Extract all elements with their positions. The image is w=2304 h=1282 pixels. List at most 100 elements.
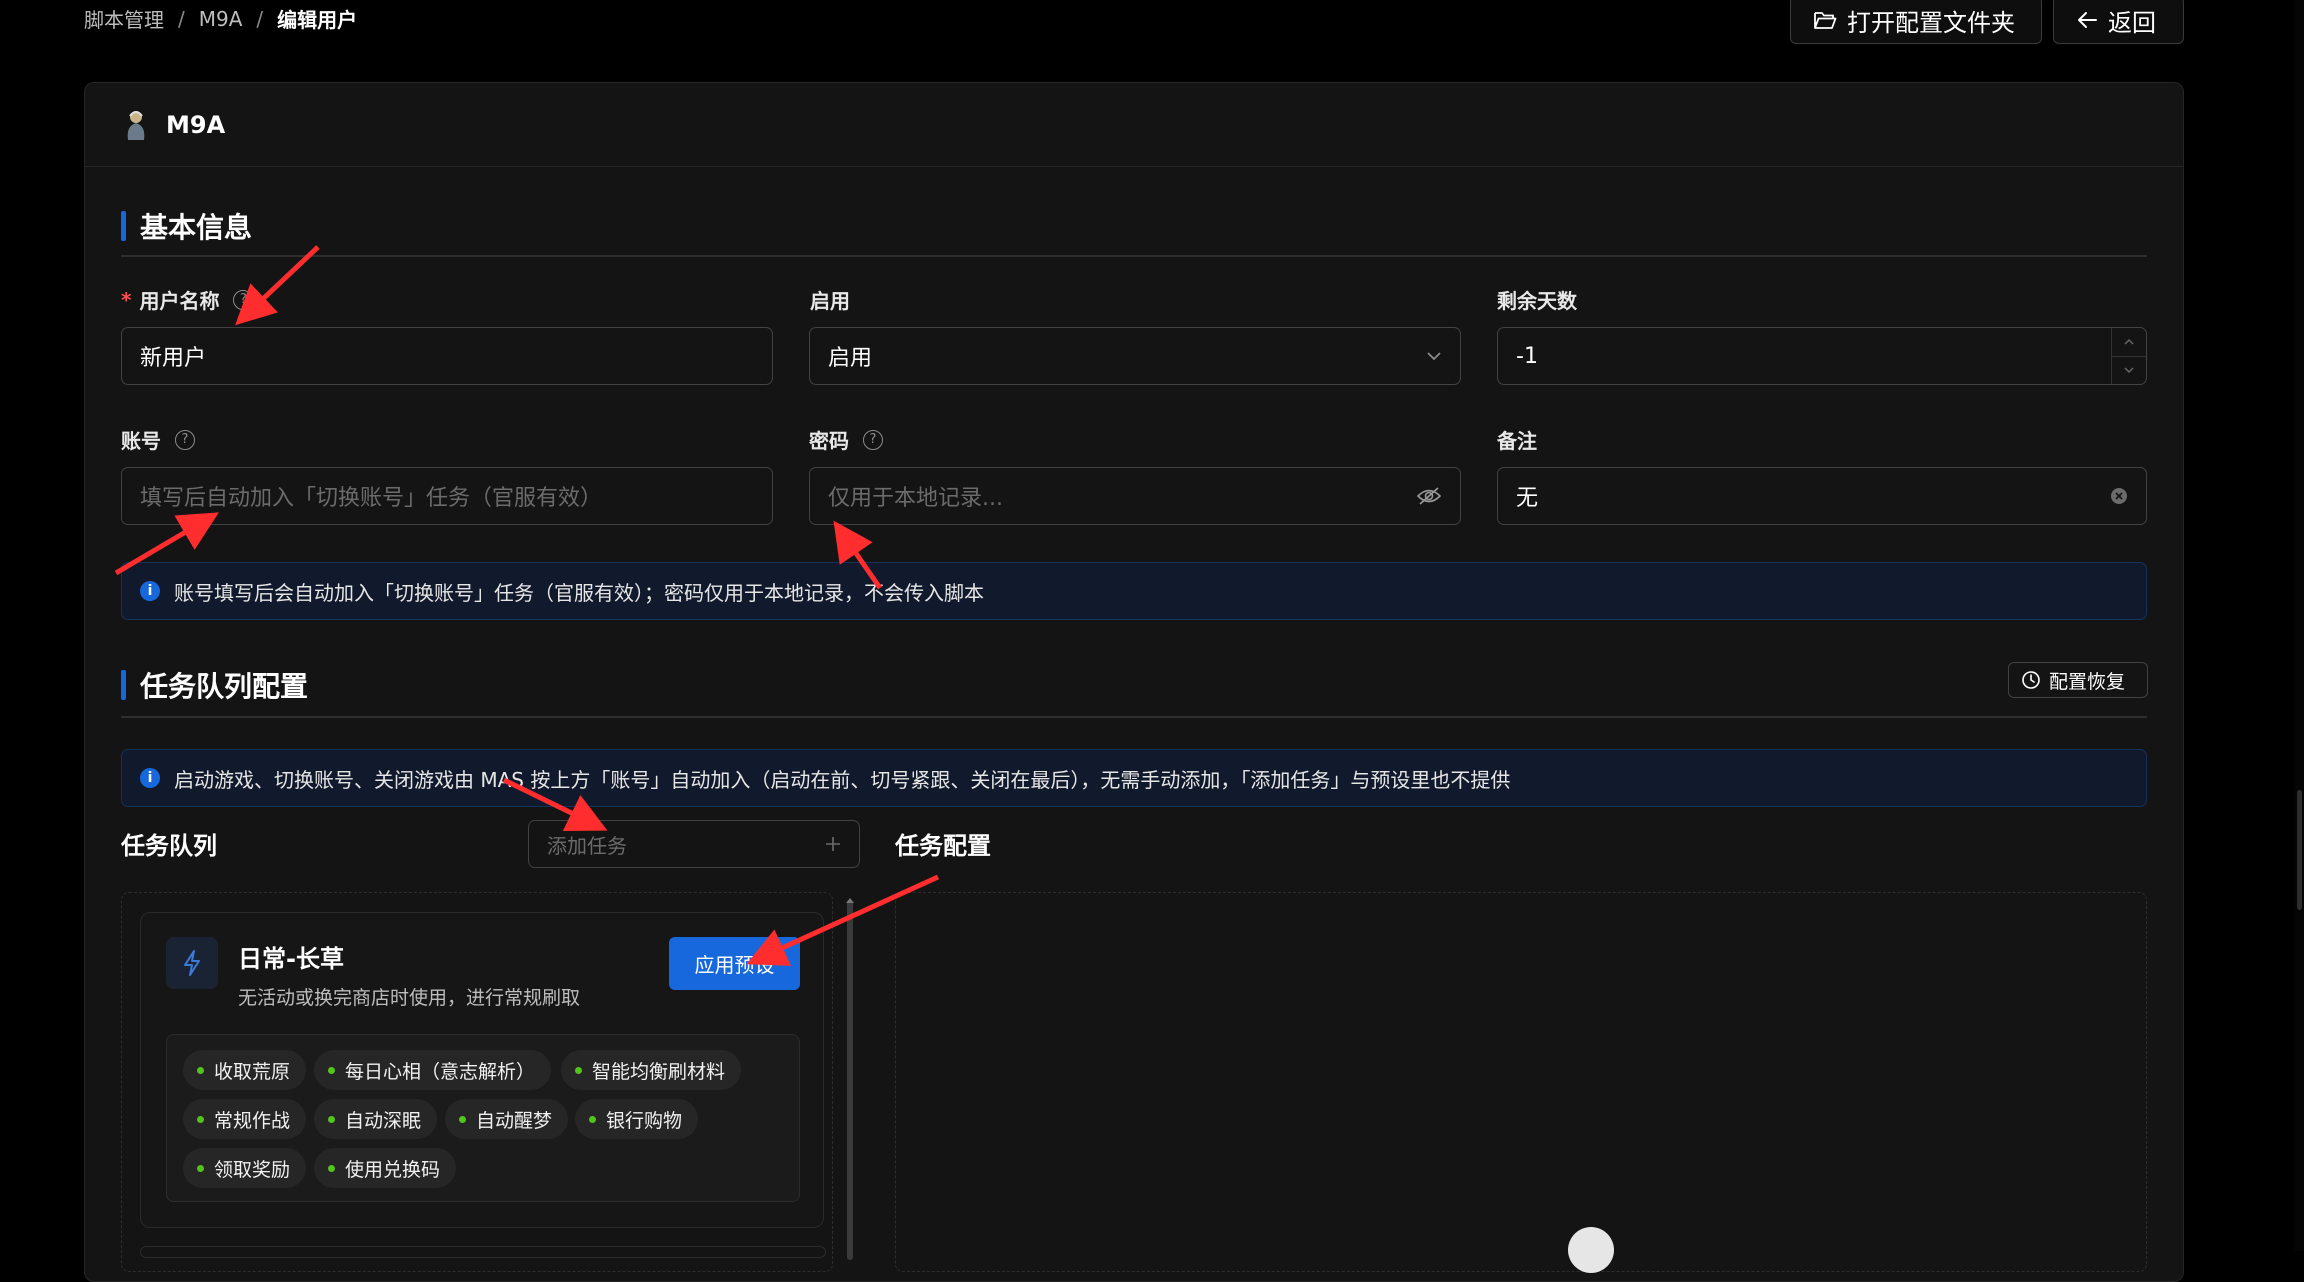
preset-icon-box (166, 937, 218, 989)
plus-icon (825, 836, 841, 852)
info-icon: i (140, 581, 160, 601)
note-label-text: 备注 (1497, 429, 1537, 453)
folder-open-icon (1813, 9, 1837, 31)
account-label: 账号 ? (121, 425, 195, 454)
enabled-label: 启用 (810, 285, 850, 314)
task-info-text: 启动游戏、切换账号、关闭游戏由 MAS 按上方「账号」自动加入（启动在前、切号紧… (174, 767, 1511, 792)
status-dot (197, 1066, 204, 1074)
status-dot (328, 1164, 335, 1172)
page-scrollbar-track[interactable] (2294, 0, 2304, 1251)
eye-invisible-icon[interactable] (1416, 486, 1442, 506)
section-divider (121, 255, 2147, 257)
tag-label: 智能均衡刷材料 (592, 1060, 726, 1083)
preset-tag: 自动深眠 (314, 1099, 438, 1139)
queue-scrollbar[interactable] (847, 900, 853, 1260)
task-config-panel (895, 892, 2147, 1272)
back-button[interactable]: 返回 (2053, 0, 2184, 44)
tag-label: 银行购物 (606, 1109, 683, 1132)
apply-preset-button[interactable]: 应用预设 (669, 937, 800, 990)
add-task-select[interactable]: 添加任务 (528, 820, 860, 868)
breadcrumb-m9a[interactable]: M9A (199, 7, 243, 31)
username-label-text: 用户名称 (139, 289, 220, 313)
breadcrumb-current: 编辑用户 (277, 8, 358, 32)
preset-tag: 自动醒梦 (445, 1099, 569, 1139)
preset-tag: 使用兑换码 (314, 1148, 457, 1188)
basic-info-title: 基本信息 (121, 206, 252, 246)
loading-indicator (1568, 1227, 1614, 1273)
task-info-alert: i 启动游戏、切换账号、关闭游戏由 MAS 按上方「账号」自动加入（启动在前、切… (121, 749, 2147, 807)
password-placeholder: 仅用于本地记录... (828, 486, 1003, 511)
remaining-days-label: 剩余天数 (1497, 285, 1577, 314)
task-queue-section-title-text: 任务队列配置 (140, 670, 309, 703)
card-header-divider (85, 166, 2183, 167)
open-config-folder-button[interactable]: 打开配置文件夹 (1790, 0, 2042, 44)
question-circle-icon[interactable]: ? (175, 429, 195, 450)
clear-icon[interactable] (2110, 487, 2128, 505)
status-dot (328, 1066, 335, 1074)
preset-description: 无活动或换完商店时使用，进行常规刷取 (238, 987, 581, 1009)
account-input[interactable]: 填写后自动加入「切换账号」任务（官服有效） (121, 467, 773, 525)
breadcrumb-separator: / (256, 6, 264, 31)
tag-label: 每日心相（意志解析） (345, 1060, 536, 1083)
open-config-folder-label: 打开配置文件夹 (1847, 8, 2015, 37)
password-input[interactable]: 仅用于本地记录... (809, 467, 1461, 525)
breadcrumb-scripts[interactable]: 脚本管理 (84, 4, 164, 33)
arrow-left-icon (2076, 10, 2098, 30)
preset-task-tags: 收取荒原 每日心相（意志解析） 智能均衡刷材料 常规作战 自动深眠 自动醒梦 银… (166, 1034, 800, 1202)
account-info-alert: i 账号填写后会自动加入「切换账号」任务（官服有效）；密码仅用于本地记录，不会传… (121, 562, 2147, 620)
account-label-text: 账号 (121, 429, 161, 453)
enabled-value: 启用 (828, 346, 873, 371)
question-circle-icon[interactable]: ? (233, 289, 254, 310)
status-dot (459, 1115, 466, 1123)
back-label: 返回 (2108, 8, 2156, 37)
stepper-down-icon[interactable] (2112, 357, 2146, 385)
note-value: 无 (1516, 486, 1539, 511)
remaining-days-label-text: 剩余天数 (1497, 289, 1577, 313)
tag-label: 收取荒原 (214, 1060, 291, 1083)
preset-title: 日常-长草 (238, 945, 344, 973)
status-dot (589, 1115, 596, 1123)
section-accent-bar (121, 211, 126, 241)
breadcrumb-separator: / (178, 6, 185, 31)
task-queue-title: 任务队列 (121, 832, 217, 860)
enabled-label-text: 启用 (810, 289, 850, 313)
section-divider (121, 716, 2147, 718)
status-dot (328, 1115, 335, 1123)
tag-label: 自动深眠 (345, 1109, 422, 1132)
note-input[interactable]: 无 (1497, 467, 2147, 525)
tag-label: 使用兑换码 (345, 1158, 441, 1181)
enabled-select[interactable]: 启用 (809, 327, 1461, 385)
tag-label: 自动醒梦 (476, 1109, 553, 1132)
breadcrumb: 脚本管理 / M9A / 编辑用户 (84, 4, 357, 33)
page-scrollbar-thumb[interactable] (2297, 790, 2302, 910)
app-avatar-icon (122, 108, 150, 142)
preset-tag: 收取荒原 (183, 1050, 307, 1090)
password-label-text: 密码 (809, 429, 849, 453)
preset-tag: 常规作战 (183, 1099, 307, 1139)
task-config-title: 任务配置 (895, 832, 991, 860)
number-stepper[interactable] (2111, 328, 2146, 384)
lightning-icon (180, 949, 204, 977)
section-accent-bar (121, 670, 126, 700)
info-icon: i (140, 768, 160, 788)
question-circle-icon[interactable]: ? (863, 429, 883, 450)
account-info-text: 账号填写后会自动加入「切换账号」任务（官服有效）；密码仅用于本地记录，不会传入脚… (174, 580, 984, 605)
remaining-days-input[interactable]: -1 (1497, 327, 2147, 385)
scroll-up-icon[interactable] (845, 896, 855, 904)
status-dot (575, 1066, 582, 1074)
status-dot (197, 1164, 204, 1172)
basic-info-title-text: 基本信息 (140, 211, 253, 244)
config-restore-label: 配置恢复 (2049, 670, 2126, 693)
preset-tag: 领取奖励 (183, 1148, 307, 1188)
add-task-placeholder: 添加任务 (547, 833, 627, 858)
account-placeholder: 填写后自动加入「切换账号」任务（官服有效） (140, 486, 603, 511)
stepper-up-icon[interactable] (2112, 328, 2146, 357)
preset-tag: 每日心相（意志解析） (314, 1050, 552, 1090)
preset-card-next (140, 1246, 826, 1258)
config-restore-button[interactable]: 配置恢复 (2008, 662, 2148, 698)
username-input[interactable]: 新用户 (121, 327, 773, 385)
note-label: 备注 (1497, 425, 1537, 454)
history-icon (2021, 670, 2041, 690)
password-label: 密码 ? (809, 425, 883, 454)
status-dot (197, 1115, 204, 1123)
